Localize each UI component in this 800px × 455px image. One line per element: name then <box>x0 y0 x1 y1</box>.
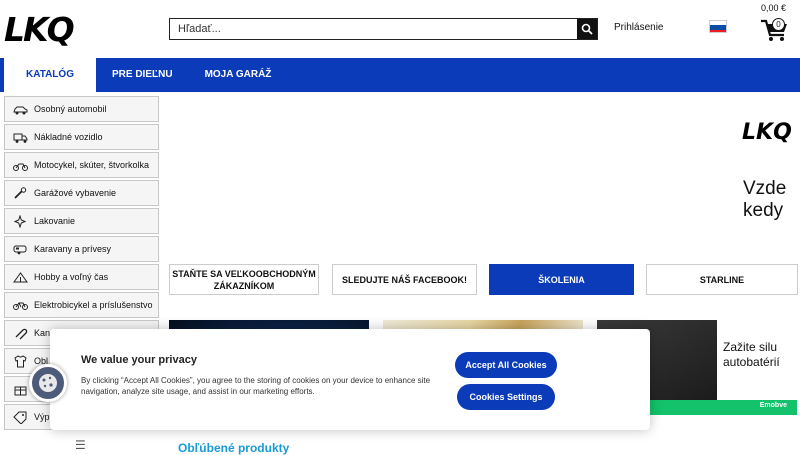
promo-starline-button[interactable]: STARLINE <box>646 264 798 295</box>
cookie-text: By clicking “Accept All Cookies”, you ag… <box>81 376 431 396</box>
search-bar <box>169 18 598 40</box>
sidebar-item-label: Karavany a prívesy <box>34 244 112 254</box>
nav-tab-moja-garaz[interactable]: MOJA GARÁŽ <box>189 58 288 92</box>
sidebar-item-car[interactable]: Osobný automobil <box>4 96 159 122</box>
promo-training-button[interactable]: ŠKOLENIA <box>489 264 634 295</box>
sidebar-item-label: Kan <box>34 328 51 338</box>
shirt-icon <box>14 354 27 367</box>
banner-logo: LKQ <box>742 120 792 145</box>
banner-headline: Vzde kedy <box>743 178 786 222</box>
sidebar-item-label: Hobby a voľný čas <box>34 272 109 282</box>
sidebar-item-label: Výp <box>34 412 50 422</box>
cookies-settings-button[interactable]: Cookies Settings <box>457 384 555 410</box>
bicycle-icon <box>13 302 28 310</box>
sidebar-item-label: Osobný automobil <box>34 104 107 114</box>
sidebar-item-ebike[interactable]: Elektrobicykel a príslušenstvo <box>4 292 159 318</box>
sidebar-item-hobby[interactable]: Hobby a voľný čas <box>4 264 159 290</box>
search-icon <box>581 23 593 35</box>
promo-wholesale-button[interactable]: STAŇTE SA VEĽKOOBCHODNÝM ZÁKAZNÍKOM <box>169 264 319 295</box>
sparkle-icon <box>13 214 27 228</box>
tent-icon <box>13 271 28 282</box>
wrench-icon <box>14 186 27 199</box>
sidebar-item-label: Lakovanie <box>34 216 76 226</box>
cookie-consent-dialog: We value your privacy By clicking “Accep… <box>50 329 650 430</box>
sidebar-item-label: Garážové vybavenie <box>34 188 117 198</box>
banner-line-2: kedy <box>743 200 784 221</box>
tile-brand: Emobve <box>759 402 787 409</box>
section-title: Obľúbené produkty <box>178 441 290 455</box>
search-input[interactable] <box>170 19 577 39</box>
language-flag-icon[interactable] <box>709 20 727 33</box>
sidebar-item-label: Motocykel, skúter, štvorkolka <box>34 160 150 170</box>
promo-facebook-button[interactable]: SLEDUJTE NÁŠ FACEBOOK! <box>332 264 477 295</box>
nav-tab-pre-dielnu[interactable]: PRE DIEĽNU <box>96 58 189 92</box>
sidebar-item-label: Nákladné vozidlo <box>34 132 103 142</box>
banner-line-1: Vzde <box>743 178 787 199</box>
sidebar-item-paint[interactable]: Lakovanie <box>4 208 159 234</box>
main-nav: KATALÓG PRE DIEĽNU MOJA GARÁŽ <box>0 58 800 92</box>
sidebar-item-caravan[interactable]: Karavany a prívesy <box>4 236 159 262</box>
cookie-icon[interactable] <box>29 364 67 402</box>
nav-tab-katalog[interactable]: KATALÓG <box>4 58 96 92</box>
cart-count-badge: 0 <box>772 18 785 31</box>
paperclip-icon <box>15 328 28 339</box>
truck-icon <box>13 133 28 143</box>
lkq-logo[interactable]: LKQ <box>4 10 75 49</box>
cart-total: 0,00 € <box>761 3 787 13</box>
sidebar-item-motorcycle[interactable]: Motocykel, skúter, štvorkolka <box>4 152 159 178</box>
login-link[interactable]: Prihlásenie <box>614 22 663 33</box>
cookie-glyph-icon <box>39 374 57 392</box>
car-icon <box>13 106 28 114</box>
tile-headline: Zažite silu autobatérií <box>723 340 780 369</box>
sidebar-item-garage[interactable]: Garážové vybavenie <box>4 180 159 206</box>
search-button[interactable] <box>577 19 597 39</box>
motorcycle-icon <box>13 163 28 171</box>
accept-all-cookies-button[interactable]: Accept All Cookies <box>455 352 557 378</box>
cookie-title: We value your privacy <box>81 354 197 366</box>
gift-icon <box>14 386 27 395</box>
tag-icon <box>13 411 27 424</box>
caravan-icon <box>13 245 27 254</box>
sidebar-item-truck[interactable]: Nákladné vozidlo <box>4 124 159 150</box>
sidebar-item-label: Elektrobicykel a príslušenstvo <box>34 300 153 310</box>
